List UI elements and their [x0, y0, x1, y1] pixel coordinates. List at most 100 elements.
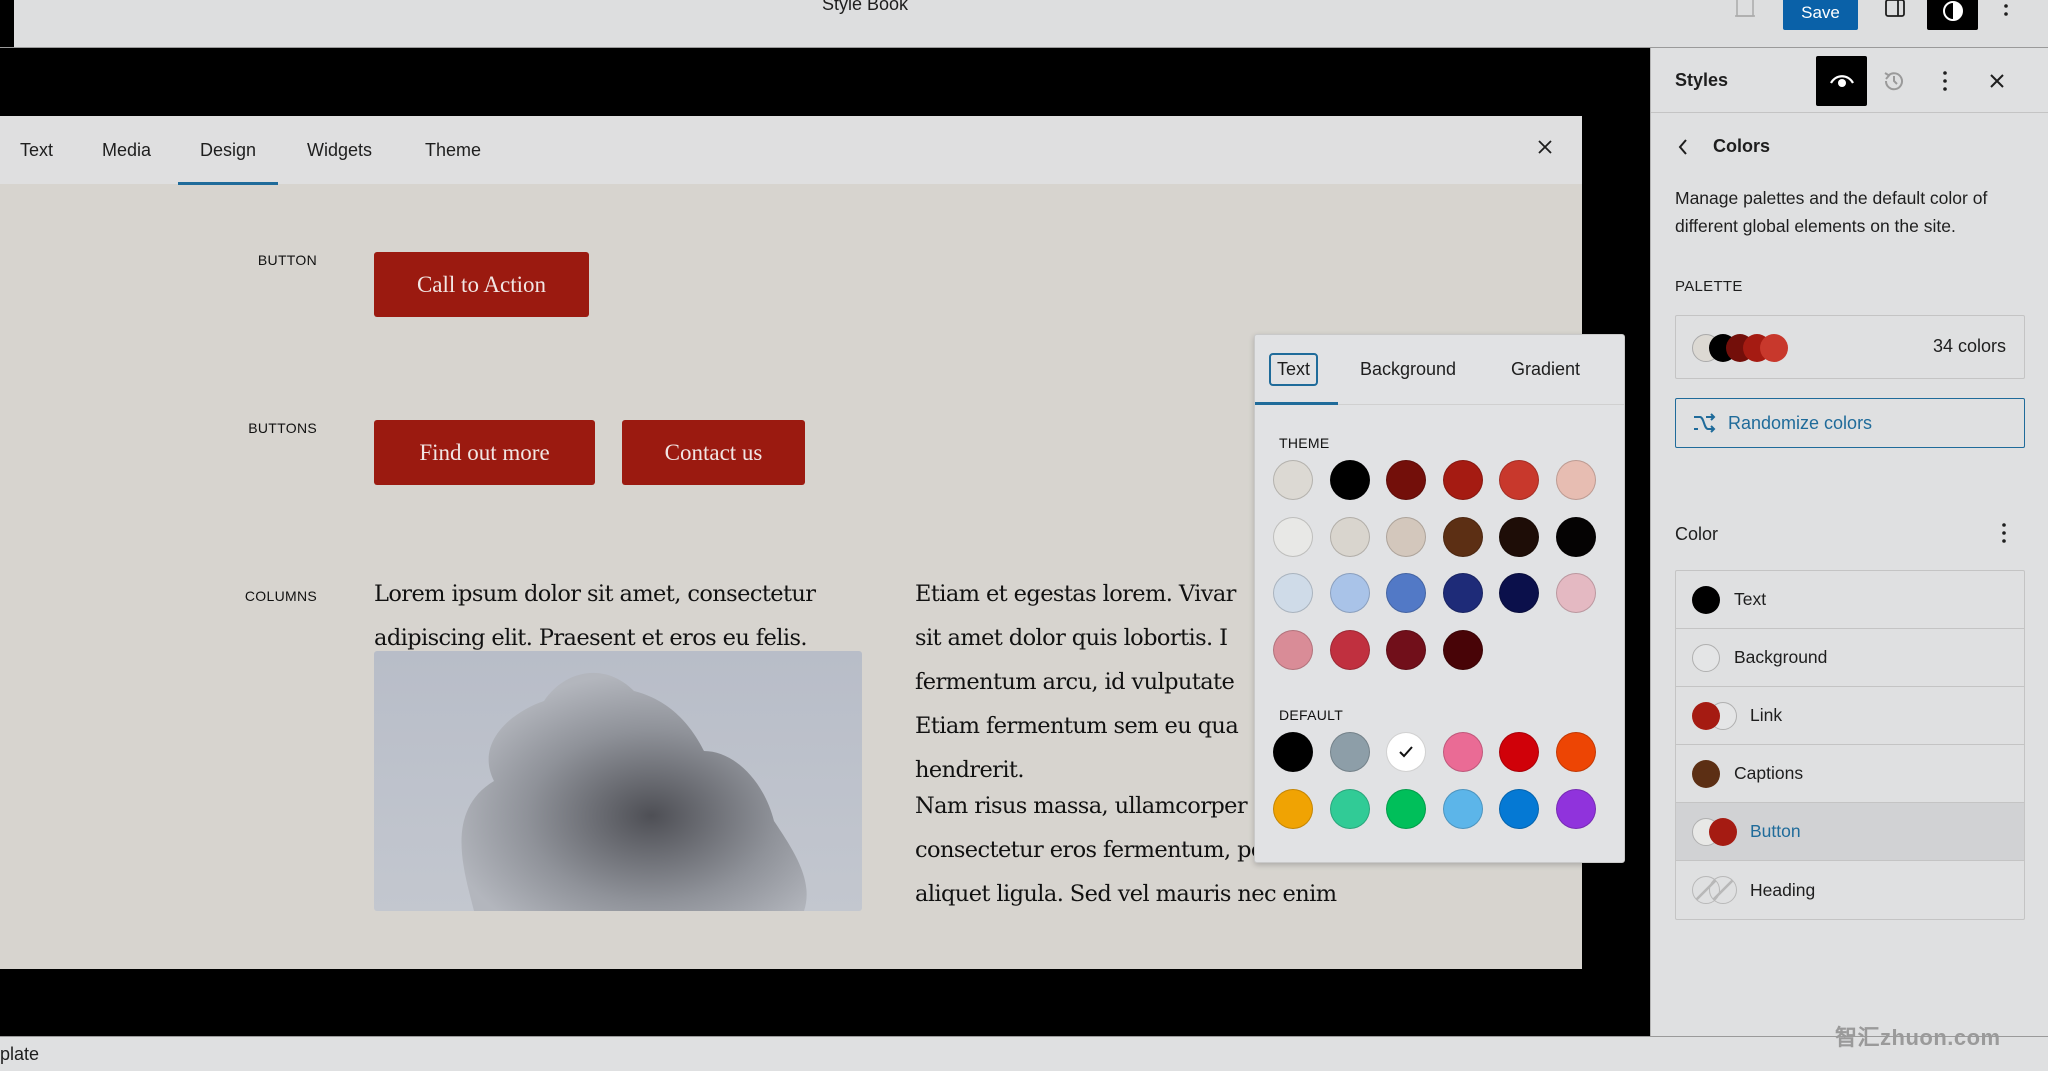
- close-sidebar-button[interactable]: [1971, 56, 2022, 106]
- randomize-colors-button[interactable]: Randomize colors: [1675, 398, 2025, 448]
- sidebar-title: Styles: [1675, 70, 1729, 90]
- color-indicator-icon: [1692, 701, 1738, 731]
- color-indicator-dot: [1692, 701, 1720, 730]
- element-color-item-captions[interactable]: Captions: [1676, 745, 2024, 803]
- tab-text[interactable]: Text: [20, 140, 53, 161]
- preview-icon[interactable]: [1730, 0, 1760, 26]
- default-color-swatch[interactable]: [1329, 789, 1370, 829]
- more-vertical-icon: [1942, 71, 1947, 91]
- contact-us-button[interactable]: Contact us: [622, 420, 805, 485]
- popover-tab-background[interactable]: Background: [1360, 353, 1456, 386]
- default-color-swatch[interactable]: [1386, 732, 1426, 772]
- more-options-icon[interactable]: [1996, 0, 2016, 26]
- color-indicator-dot: [1692, 643, 1720, 672]
- colors-title: Colors: [1713, 136, 1771, 156]
- theme-color-swatch[interactable]: [1273, 573, 1313, 613]
- style-book-tabs: Text Media Design Widgets Theme: [0, 116, 1582, 185]
- section-label-button: BUTTON: [257, 252, 317, 268]
- shuffle-icon: [1694, 413, 1716, 433]
- tab-theme[interactable]: Theme: [425, 140, 481, 161]
- styles-sidebar: Styles Colors Manage palettes and the de…: [1650, 48, 2048, 1036]
- revisions-button[interactable]: [1868, 56, 1919, 106]
- sidebar-more-options-button[interactable]: [1919, 56, 1970, 106]
- element-color-item-link[interactable]: Link: [1676, 687, 2024, 745]
- theme-color-swatch[interactable]: [1442, 573, 1483, 613]
- theme-color-swatch[interactable]: [1273, 629, 1313, 670]
- chevron-left-icon[interactable]: [1675, 138, 1691, 156]
- default-color-swatch[interactable]: [1499, 732, 1539, 772]
- theme-color-swatch[interactable]: [1499, 516, 1539, 557]
- colors-nav-header: Colors: [1675, 136, 1770, 157]
- watermark: 智汇zhuon.com: [1835, 1025, 2001, 1050]
- theme-color-swatch[interactable]: [1555, 573, 1596, 613]
- theme-color-swatch[interactable]: [1442, 460, 1483, 500]
- element-color-label: Link: [1750, 705, 1783, 725]
- default-color-swatch[interactable]: [1499, 789, 1539, 829]
- color-picker-popover: Text Background Gradient THEME DEFAULT: [1254, 334, 1625, 863]
- default-color-swatch[interactable]: [1273, 732, 1313, 772]
- site-logo-block[interactable]: [0, 0, 14, 47]
- default-color-swatch[interactable]: [1386, 789, 1426, 829]
- tab-media[interactable]: Media: [102, 140, 151, 161]
- theme-color-swatch[interactable]: [1499, 573, 1539, 613]
- palette-count: 34 colors: [1932, 336, 2006, 356]
- theme-color-swatch[interactable]: [1442, 516, 1483, 557]
- close-style-book-icon[interactable]: [1534, 136, 1556, 158]
- section-label-columns: COLUMNS: [244, 588, 317, 604]
- close-icon: [1989, 74, 2004, 88]
- theme-color-swatch[interactable]: [1386, 573, 1426, 613]
- element-color-item-button[interactable]: Button: [1676, 803, 2024, 861]
- active-tab-indicator: [1255, 402, 1338, 405]
- theme-color-swatch[interactable]: [1555, 460, 1596, 500]
- color-indicator-dot: [1709, 876, 1737, 904]
- color-indicator-icon: [1692, 585, 1722, 615]
- breadcrumb-template[interactable]: plate: [0, 1044, 39, 1065]
- theme-palette-label: THEME: [1279, 435, 1330, 451]
- theme-color-swatch[interactable]: [1329, 573, 1370, 613]
- theme-color-swatch[interactable]: [1386, 629, 1426, 670]
- find-out-more-button[interactable]: Find out more: [374, 420, 595, 485]
- default-color-swatch[interactable]: [1555, 732, 1596, 772]
- theme-color-swatch[interactable]: [1329, 629, 1370, 670]
- popover-tab-text[interactable]: Text: [1269, 353, 1319, 386]
- tab-widgets[interactable]: Widgets: [307, 140, 372, 161]
- eye-icon: [1829, 75, 1854, 87]
- theme-color-swatch[interactable]: [1273, 460, 1313, 500]
- popover-tab-gradient[interactable]: Gradient: [1511, 353, 1580, 386]
- default-color-swatch[interactable]: [1273, 789, 1313, 829]
- theme-color-swatch[interactable]: [1442, 629, 1483, 670]
- editor-canvas: Text Media Design Widgets Theme BUTTON C…: [0, 48, 1650, 1036]
- default-color-swatch[interactable]: [1442, 789, 1483, 829]
- tab-design[interactable]: Design: [177, 140, 279, 185]
- default-color-swatch[interactable]: [1329, 732, 1370, 772]
- save-button[interactable]: Save: [1783, 0, 1858, 30]
- element-color-item-text[interactable]: Text: [1676, 571, 2024, 629]
- column-1-text: Lorem ipsum dolor sit amet, consectetur …: [374, 581, 816, 651]
- element-color-label: Heading: [1750, 879, 1816, 900]
- sidebar-toggle-icon[interactable]: [1880, 0, 1910, 26]
- default-color-swatch[interactable]: [1442, 732, 1483, 772]
- document-title[interactable]: Style Book: [822, 0, 908, 15]
- theme-color-swatch[interactable]: [1386, 460, 1426, 500]
- styles-toggle-button[interactable]: [1927, 0, 1978, 30]
- color-indicator-icon: [1692, 875, 1738, 905]
- element-color-item-background[interactable]: Background: [1676, 629, 2024, 687]
- default-palette-label: DEFAULT: [1279, 707, 1344, 723]
- theme-color-swatch[interactable]: [1329, 516, 1370, 557]
- call-to-action-button[interactable]: Call to Action: [374, 252, 589, 317]
- theme-color-swatch[interactable]: [1329, 460, 1370, 500]
- default-color-swatch[interactable]: [1555, 789, 1596, 829]
- element-color-item-heading[interactable]: Heading: [1676, 861, 2024, 919]
- theme-color-swatch[interactable]: [1273, 516, 1313, 557]
- sidebar-header: Styles: [1651, 48, 2048, 113]
- color-options-icon[interactable]: [2001, 522, 2021, 546]
- theme-color-swatch[interactable]: [1386, 516, 1426, 557]
- theme-color-swatch[interactable]: [1499, 460, 1539, 500]
- style-book-toggle-button[interactable]: [1816, 56, 1867, 106]
- top-toolbar: Style Book Save: [0, 0, 2048, 48]
- element-color-label: Captions: [1734, 763, 1804, 783]
- frosted-tree-image: [461, 672, 807, 911]
- history-icon: [1883, 72, 1903, 91]
- theme-color-swatch[interactable]: [1555, 516, 1596, 557]
- palette-button[interactable]: 34 colors: [1675, 315, 2025, 379]
